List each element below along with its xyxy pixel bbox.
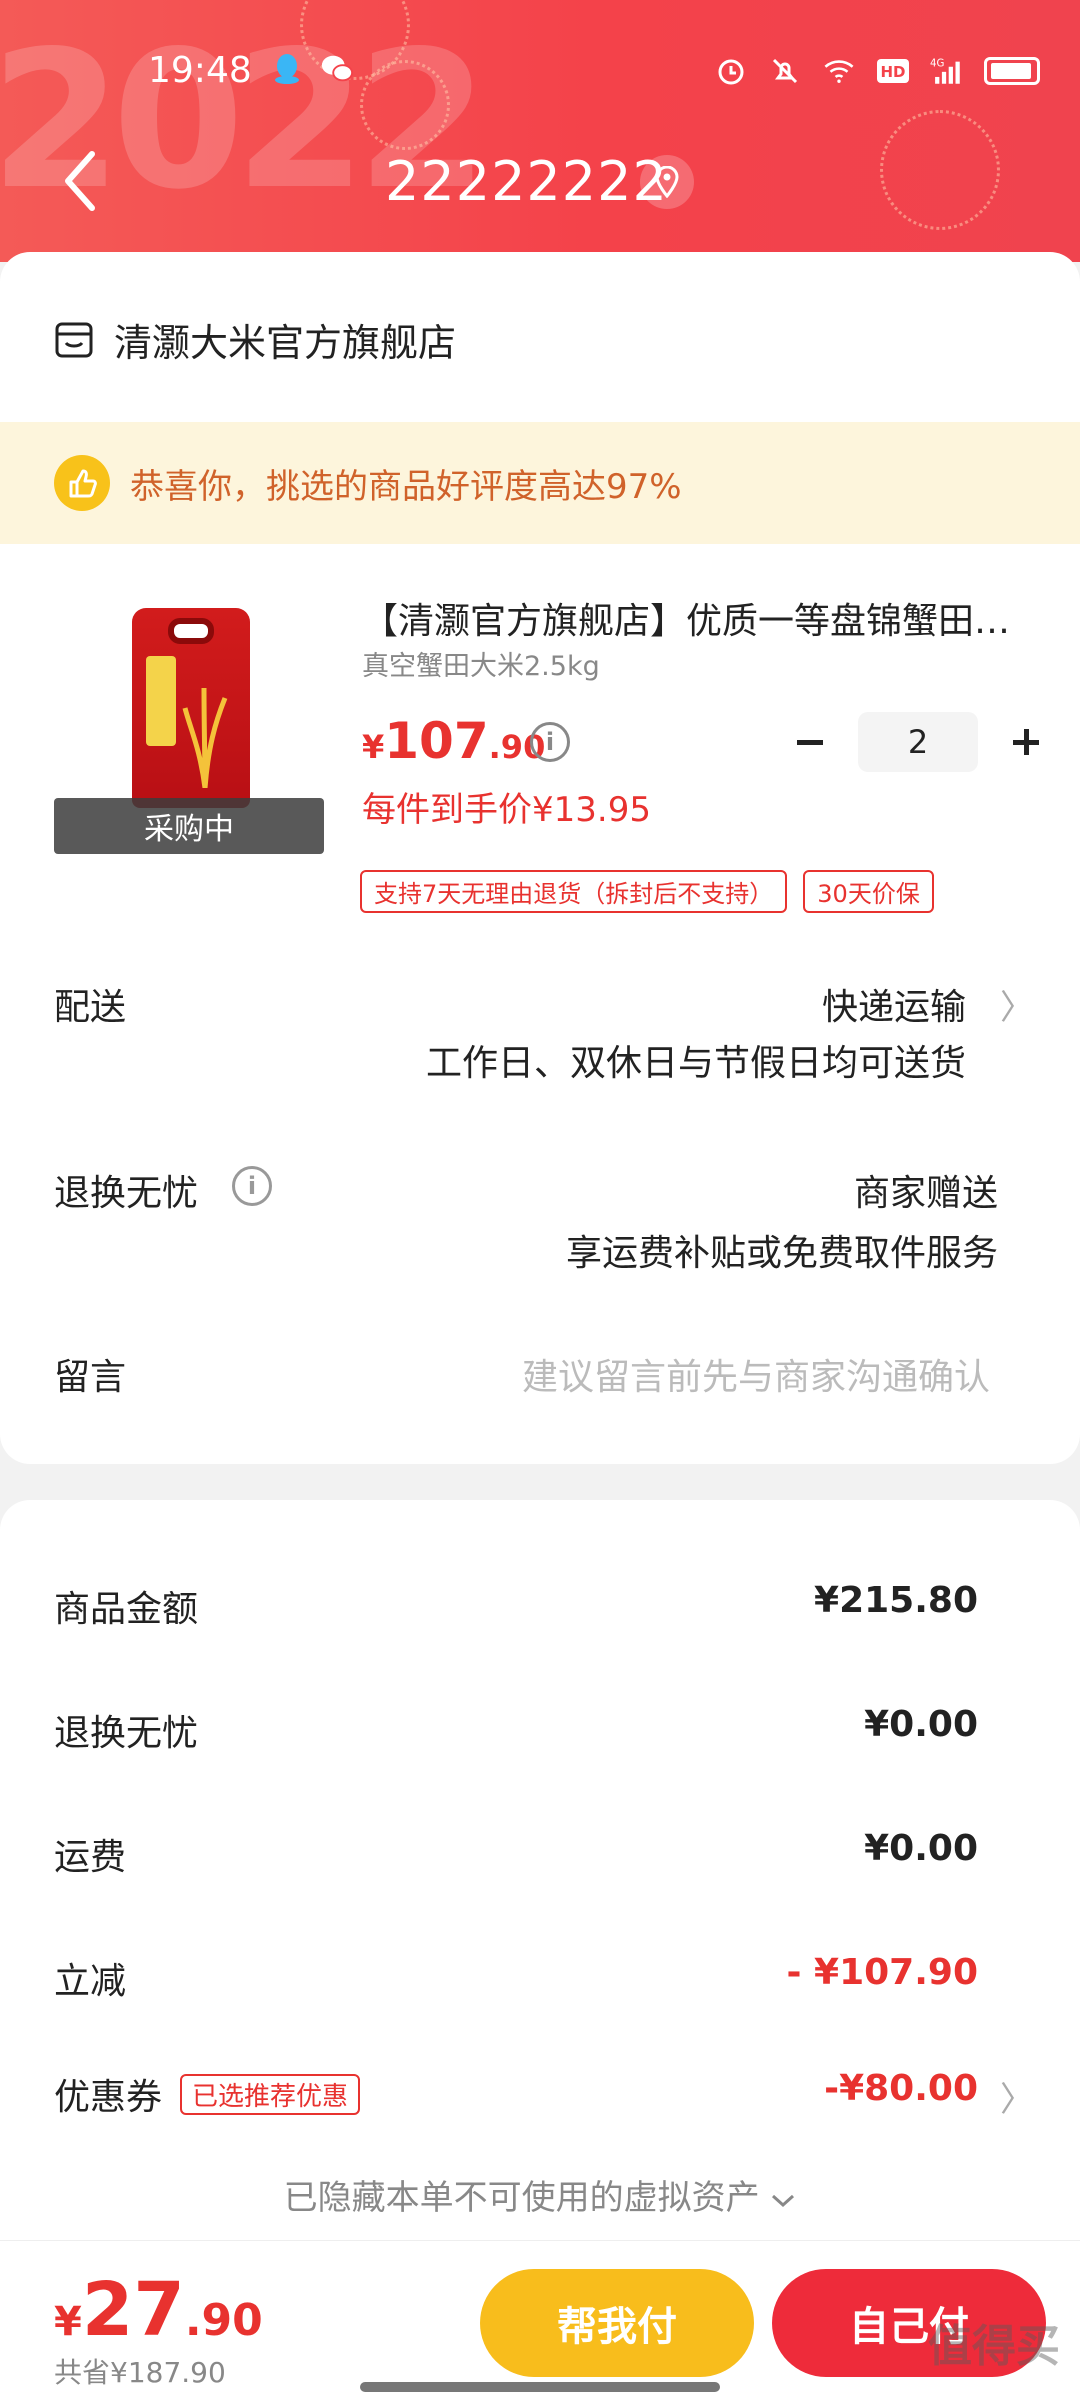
returns-value: 商家赠送 (853, 1173, 998, 1214)
shipping-fee-value: ¥0.00 (864, 1828, 978, 1869)
hd-icon: HD (876, 54, 910, 88)
goods-amount-label: 商品金额 (54, 1589, 199, 1630)
store-name: 清灏大米官方旗舰店 (114, 321, 457, 365)
chevron-right-icon[interactable]: 〉 (1000, 2072, 1034, 2121)
praise-banner: 恭喜你，挑选的商品好评度高达97% (0, 422, 1080, 544)
battery-icon (984, 57, 1040, 85)
watermark: 值得买 (928, 2321, 1060, 2372)
chevron-right-icon[interactable]: 〉 (1000, 980, 1034, 1029)
discount-label: 立减 (54, 1961, 127, 2002)
message-input[interactable]: 建议留言前先与商家沟通确认 (522, 1348, 990, 1400)
delivery-label: 配送 (54, 987, 127, 1028)
product-price: ¥107.90 (362, 712, 546, 770)
thumbs-up-icon (54, 455, 110, 511)
increase-button[interactable] (996, 712, 1056, 772)
mute-icon (768, 54, 802, 88)
wechat-icon (320, 52, 354, 86)
product-image[interactable]: 采购中 (54, 602, 324, 868)
product-spec[interactable]: 真空蟹田大米2.5kg (362, 644, 600, 683)
shipping-fee-row: 运费 ¥0.00 (54, 1828, 978, 1880)
goods-amount-row: 商品金额 ¥215.80 (54, 1580, 978, 1632)
svg-text:HD: HD (880, 63, 905, 81)
returns-label: 退换无忧 (54, 1173, 199, 1214)
qq-icon (270, 52, 304, 86)
status-time: 19:48 (148, 50, 252, 91)
returns-fee-label: 退换无忧 (54, 1713, 199, 1754)
order-card: 清灏大米官方旗舰店 恭喜你，挑选的商品好评度高达97% 采购中 【清灏官方旗舰店… (0, 252, 1080, 1464)
plus-icon (1013, 729, 1039, 755)
delivery-note: 工作日、双休日与节假日均可送货 (425, 1043, 966, 1084)
svg-text:4G: 4G (930, 59, 944, 70)
product-title[interactable]: 【清灏官方旗舰店】优质一等盘锦蟹田大米 (362, 592, 1022, 644)
hidden-assets-toggle[interactable]: 已隐藏本单不可使用的虚拟资产 (0, 2170, 1080, 2219)
back-button[interactable] (60, 148, 120, 218)
price-info-icon[interactable]: i (530, 722, 570, 762)
each-price: 每件到手价¥13.95 (362, 790, 651, 830)
price-summary-card: 商品金额 ¥215.80 退换无忧 ¥0.00 运费 ¥0.00 立减 - ¥1… (0, 1500, 1080, 2240)
discount-row: 立减 - ¥107.90 (54, 1952, 978, 2004)
home-indicator[interactable] (360, 2382, 720, 2392)
delivery-method[interactable]: 快递运输 (822, 978, 966, 1030)
quantity-input[interactable]: 2 (858, 712, 978, 772)
chevron-left-icon (65, 151, 95, 211)
buying-status-badge: 采购中 (54, 798, 324, 854)
help-pay-button[interactable]: 帮我付 (480, 2269, 754, 2377)
location-button[interactable] (640, 155, 694, 209)
alarm-icon (714, 54, 748, 88)
coupon-row[interactable]: 优惠券 已选推荐优惠 -¥80.00 (54, 2068, 978, 2120)
total-price: ¥27.90 (54, 2267, 263, 2353)
coupon-value: -¥80.00 (824, 2068, 978, 2109)
quantity-stepper: 2 (780, 712, 1056, 772)
store-link[interactable]: 清灏大米官方旗舰店 (54, 312, 456, 367)
status-bar: 19:48 HD 4G (0, 40, 1080, 104)
store-icon (55, 322, 93, 357)
page-title: 22222222 (385, 150, 668, 213)
returns-note: 享运费补贴或免费取件服务 (565, 1233, 998, 1274)
shipping-fee-label: 运费 (54, 1837, 127, 1878)
discount-value: - ¥107.90 (786, 1952, 978, 1993)
returns-fee-value: ¥0.00 (864, 1704, 978, 1745)
nav-bar: 22222222 (0, 140, 1080, 230)
goods-amount-value: ¥215.80 (814, 1580, 978, 1621)
rice-bag-image (132, 608, 250, 808)
header: 2022 19:48 HD 4G 22222222 (0, 0, 1080, 262)
praise-text: 恭喜你，挑选的商品好评度高达97% (130, 466, 682, 507)
service-tags: 支持7天无理由退货（拆封后不支持） 30天价保 (360, 870, 934, 913)
minus-icon (797, 740, 823, 745)
returns-info-icon[interactable]: i (232, 1166, 272, 1206)
wifi-icon (822, 54, 856, 88)
signal-icon: 4G (930, 54, 964, 88)
location-pin-icon (655, 166, 679, 198)
message-label: 留言 (54, 1357, 127, 1398)
chevron-down-icon (772, 2194, 795, 2208)
price-protect-tag: 30天价保 (803, 870, 934, 913)
coupon-label: 优惠券 (54, 2077, 163, 2118)
decrease-button[interactable] (780, 712, 840, 772)
total-saved: 共省¥187.90 (54, 2356, 226, 2389)
coupon-selected-tag: 已选推荐优惠 (180, 2073, 361, 2115)
checkout-bar: ¥27.90 共省¥187.90 帮我付 自己付 (0, 2240, 1080, 2400)
return-policy-tag: 支持7天无理由退货（拆封后不支持） (360, 870, 788, 913)
returns-fee-row: 退换无忧 ¥0.00 (54, 1704, 978, 1756)
